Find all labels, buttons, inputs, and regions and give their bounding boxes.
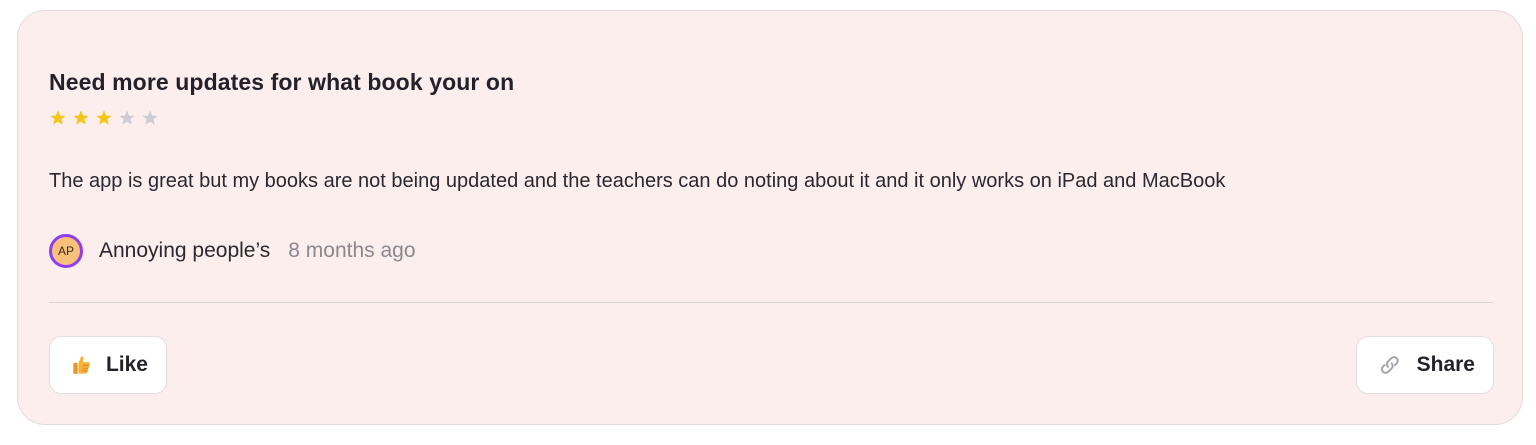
link-icon bbox=[1380, 356, 1399, 374]
review-timestamp: 8 months ago bbox=[288, 239, 416, 262]
author-row: AP Annoying people’s 8 months ago bbox=[49, 231, 416, 271]
thumbs-up-icon bbox=[73, 356, 90, 374]
divider bbox=[49, 302, 1493, 303]
avatar-initials: AP bbox=[57, 244, 74, 258]
star-filled-icon bbox=[50, 110, 66, 125]
review-title: Need more updates for what book your on bbox=[49, 69, 515, 95]
avatar: AP bbox=[49, 234, 83, 268]
share-label: Share bbox=[1416, 353, 1475, 376]
star-empty-icon bbox=[142, 110, 158, 125]
author-name: Annoying people’s bbox=[99, 239, 271, 262]
like-button[interactable]: Like bbox=[49, 336, 167, 394]
star-filled-icon bbox=[96, 110, 112, 125]
review-body: The app is great but my books are not be… bbox=[49, 170, 1226, 192]
review-card: Need more updates for what book your on … bbox=[17, 10, 1523, 425]
star-empty-icon bbox=[119, 110, 135, 125]
share-button[interactable]: Share bbox=[1356, 336, 1494, 394]
star-rating bbox=[48, 108, 160, 128]
star-filled-icon bbox=[73, 110, 89, 125]
like-label: Like bbox=[105, 353, 148, 376]
